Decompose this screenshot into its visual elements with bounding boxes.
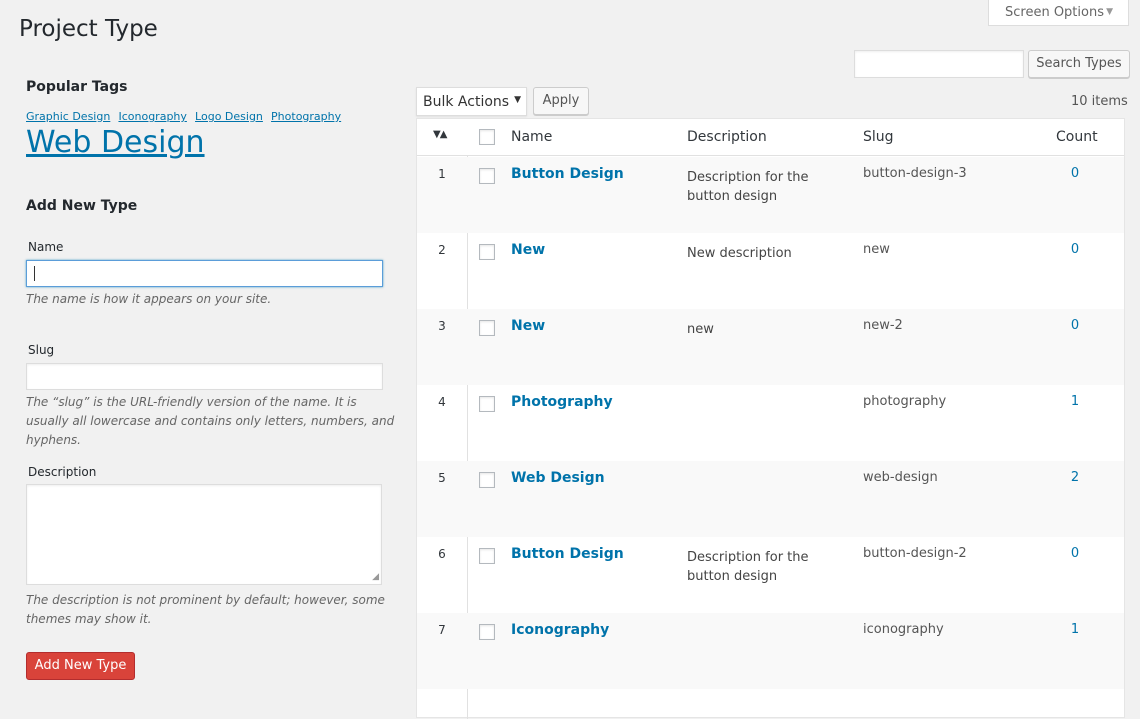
row-order: 2 [438,243,446,257]
tag-link[interactable]: Iconography [118,110,186,123]
slug-input[interactable] [26,363,383,390]
sort-triangles-icon[interactable]: ▼▲ [433,129,447,140]
slug-hint: The “slug” is the URL-friendly version o… [26,395,395,447]
row-checkbox[interactable] [479,396,495,412]
table-header: ▼▲ Name Description Slug Count [417,119,1124,156]
table-row: 2 New New description new 0 [417,233,1124,309]
table-row: 7 Iconography iconography 1 [417,613,1124,689]
popular-tags-title: Popular Tags [26,79,128,95]
table-row: 6 Button Design Description for the butt… [417,537,1124,613]
description-hint: The description is not prominent by defa… [26,593,385,626]
name-hint: The name is how it appears on your site. [26,292,272,306]
bulk-actions-value: Bulk Actions [423,94,510,110]
row-slug: photography [863,394,947,409]
text-caret [34,266,35,281]
add-new-type-title: Add New Type [26,198,138,214]
row-order: 3 [438,319,446,333]
row-name-link[interactable]: Button Design [511,546,624,562]
row-checkbox[interactable] [479,320,495,336]
row-count-link[interactable]: 1 [1057,394,1093,409]
tag-link[interactable]: Logo Design [195,110,263,123]
column-header-slug[interactable]: Slug [863,129,894,145]
column-header-description[interactable]: Description [687,129,767,145]
row-name-link[interactable]: Photography [511,394,613,410]
row-checkbox[interactable] [479,548,495,564]
screen-options-label: Screen Options [1005,5,1104,20]
row-order: 4 [438,395,446,409]
items-count: 10 items [1071,94,1128,109]
row-count-link[interactable]: 0 [1057,242,1093,257]
row-order: 1 [438,167,446,181]
search-input[interactable] [854,50,1024,78]
resize-grip-icon[interactable]: ◢ [372,573,379,582]
row-count-link[interactable]: 0 [1057,318,1093,333]
slug-label: Slug [28,343,55,357]
row-checkbox[interactable] [479,472,495,488]
apply-button[interactable]: Apply [533,87,589,115]
row-description: Description for the button design [687,550,809,584]
tag-link[interactable]: Graphic Design [26,110,110,123]
tag-link[interactable]: Photography [271,110,341,123]
table-row: 5 Web Design web-design 2 [417,461,1124,537]
row-description: new [687,322,714,337]
column-header-count[interactable]: Count [1056,129,1098,145]
row-slug: new-2 [863,318,903,333]
column-header-name[interactable]: Name [511,129,552,145]
table-row: 4 Photography photography 1 [417,385,1124,461]
select-all-checkbox[interactable] [479,129,495,145]
row-order: 7 [438,623,446,637]
row-name-link[interactable]: New [511,242,545,258]
row-count-link[interactable]: 0 [1057,166,1093,181]
row-slug: button-design-2 [863,546,967,561]
row-count-link[interactable]: 1 [1057,622,1093,637]
row-count-link[interactable]: 0 [1057,546,1093,561]
row-description: New description [687,246,792,261]
row-checkbox[interactable] [479,624,495,640]
row-checkbox[interactable] [479,168,495,184]
name-input[interactable] [26,260,383,287]
row-checkbox[interactable] [479,244,495,260]
row-slug: iconography [863,622,944,637]
triangle-down-icon: ▼ [514,95,521,105]
row-count-link[interactable]: 2 [1057,470,1093,485]
description-label: Description [28,465,97,479]
add-new-type-button[interactable]: Add New Type [26,652,135,680]
tag-cloud: Graphic Design Iconography Logo Design P… [26,104,396,162]
screen-options-button[interactable]: Screen Options ▼ [988,0,1129,26]
row-slug: button-design-3 [863,166,967,181]
page-title: Project Type [19,16,158,42]
row-name-link[interactable]: Iconography [511,622,609,638]
bulk-actions-select[interactable]: Bulk Actions ▼ [416,87,527,116]
search-button[interactable]: Search Types [1028,50,1130,78]
tag-link[interactable]: Web Design [26,125,205,160]
row-name-link[interactable]: Button Design [511,166,624,182]
table-row: 1 Button Design Description for the butt… [417,157,1124,233]
types-table: ▼▲ Name Description Slug Count 1 Button … [416,118,1125,719]
name-label: Name [28,240,64,254]
row-name-link[interactable]: Web Design [511,470,605,486]
table-row: 3 New new new-2 0 [417,309,1124,385]
row-order: 6 [438,547,446,561]
row-order: 5 [438,471,446,485]
description-textarea[interactable]: ◢ [26,484,382,585]
row-slug: new [863,242,890,257]
row-slug: web-design [863,470,938,485]
row-name-link[interactable]: New [511,318,545,334]
triangle-down-icon: ▼ [1106,7,1113,17]
row-description: Description for the button design [687,170,809,204]
